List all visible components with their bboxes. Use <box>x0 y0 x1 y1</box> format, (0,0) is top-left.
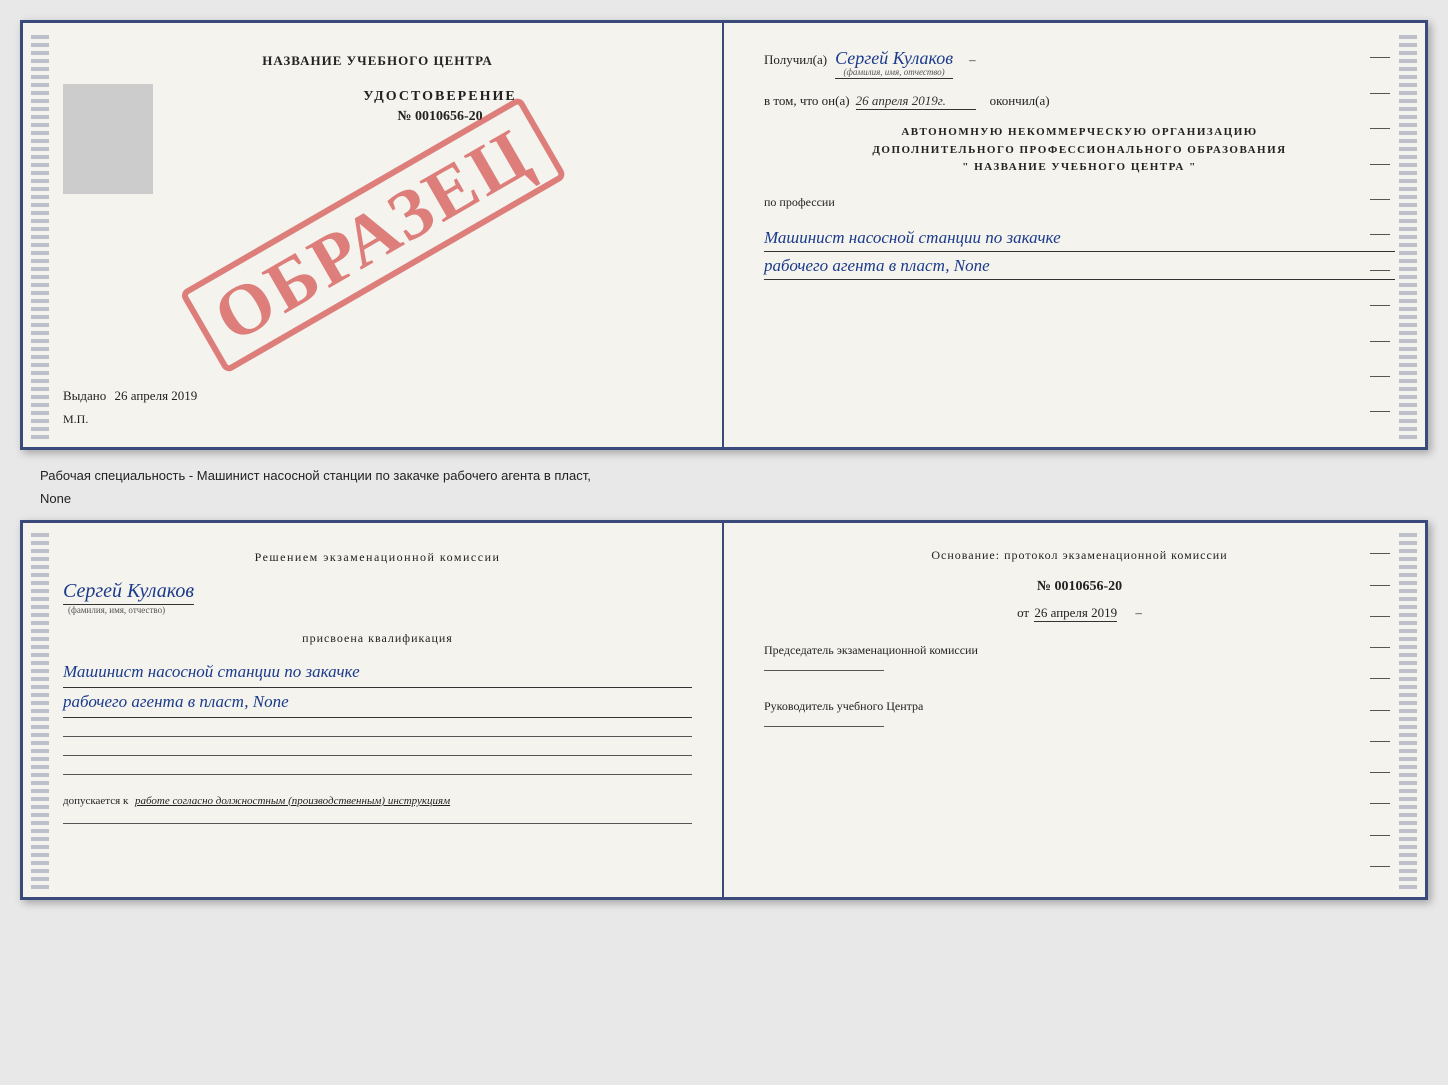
profession-line1: Машинист насосной станции по закачке <box>764 224 1395 252</box>
protocol-number: № 0010656-20 <box>764 579 1395 595</box>
rukovoditel-signature <box>764 726 884 727</box>
poluchil-dash: – <box>969 52 976 68</box>
cert-photo <box>63 84 153 194</box>
right-dashes <box>1370 23 1390 447</box>
dopusk-prefix: допускается к <box>63 795 128 807</box>
rukovoditel-label: Руководитель учебного Центра <box>764 697 1395 716</box>
specialty-subtitle-block: Рабочая специальность - Машинист насосно… <box>20 462 1428 508</box>
prisvoena-text: присвоена квалификация <box>63 631 692 646</box>
cert-top-left: НАЗВАНИЕ УЧЕБНОГО ЦЕНТРА УДОСТОВЕРЕНИЕ №… <box>23 23 724 447</box>
date-label: Выдано <box>63 388 106 403</box>
protocol-date-value: 26 апреля 2019 <box>1034 605 1117 622</box>
org-line2: ДОПОЛНИТЕЛЬНОГО ПРОФЕССИОНАЛЬНОГО ОБРАЗО… <box>764 142 1395 160</box>
qual-line1: Машинист насосной станции по закачке <box>63 658 692 688</box>
udost-label: УДОСТОВЕРЕНИЕ <box>363 89 516 105</box>
qual-line2: рабочего агента в пласт, None <box>63 688 692 718</box>
date-prefix: от <box>1017 605 1029 620</box>
poluchil-label: Получил(а) <box>764 52 827 68</box>
poluchil-name: Сергей Кулаков (фамилия, имя, отчество) <box>835 48 953 79</box>
qualification-block: Машинист насосной станции по закачке раб… <box>63 658 692 718</box>
org-line1: АВТОНОМНУЮ НЕКОММЕРЧЕСКУЮ ОРГАНИЗАЦИЮ <box>764 124 1395 142</box>
specialty-subtitle2: None <box>30 485 1428 508</box>
udost-number: № 0010656-20 <box>397 109 482 125</box>
predsedatel-signature <box>764 670 884 671</box>
vtom-date: 26 апреля 2019г. <box>856 93 976 110</box>
vtom-label: в том, что он(а) <box>764 93 850 109</box>
predsedatel-block: Председатель экзаменационной комиссии <box>764 641 1395 671</box>
cert-bottom-right: Основание: протокол экзаменационной коми… <box>724 523 1425 897</box>
mp-label: М.П. <box>63 412 692 427</box>
vtom-row: в том, что он(а) 26 апреля 2019г. окончи… <box>764 93 1395 110</box>
osnovaniye-text: Основание: протокол экзаменационной коми… <box>764 548 1395 563</box>
dopuskaetsya-block: допускается к работе согласно должностны… <box>63 795 692 807</box>
resheniem-text: Решением экзаменационной комиссии <box>63 548 692 566</box>
dopusk-text: работе согласно должностным (производств… <box>135 795 450 807</box>
poluchil-row: Получил(а) Сергей Кулаков (фамилия, имя,… <box>764 48 1395 79</box>
profession-block: Машинист насосной станции по закачке раб… <box>764 224 1395 280</box>
fio-block: Сергей Кулаков (фамилия, имя, отчество) <box>63 580 692 615</box>
cert-top-title: НАЗВАНИЕ УЧЕБНОГО ЦЕНТРА <box>63 53 692 69</box>
poluchil-sub: (фамилия, имя, отчество) <box>835 67 953 77</box>
bottom-right-dashes <box>1370 523 1390 897</box>
fio-sub: (фамилия, имя, отчество) <box>68 605 692 615</box>
profession-line2: рабочего агента в пласт, None <box>764 252 1395 280</box>
protocol-date: от 26 апреля 2019 – <box>764 605 1395 621</box>
rukovoditel-block: Руководитель учебного Центра <box>764 697 1395 727</box>
cert-top-right: Получил(а) Сергей Кулаков (фамилия, имя,… <box>724 23 1425 447</box>
udostoverenie-block: УДОСТОВЕРЕНИЕ № 0010656-20 <box>188 89 692 125</box>
certificate-top-spread: НАЗВАНИЕ УЧЕБНОГО ЦЕНТРА УДОСТОВЕРЕНИЕ №… <box>20 20 1428 450</box>
fio-name: Сергей Кулаков <box>63 580 194 605</box>
po-professii-label: по профессии <box>764 195 1395 210</box>
org-block: АВТОНОМНУЮ НЕКОММЕРЧЕСКУЮ ОРГАНИЗАЦИЮ ДО… <box>764 124 1395 177</box>
certificate-bottom-spread: Решением экзаменационной комиссии Сергей… <box>20 520 1428 900</box>
predsedatel-label: Председатель экзаменационной комиссии <box>764 641 1395 660</box>
specialty-subtitle: Рабочая специальность - Машинист насосно… <box>30 462 1428 485</box>
org-line3: " НАЗВАНИЕ УЧЕБНОГО ЦЕНТРА " <box>764 159 1395 177</box>
date-value: 26 апреля 2019 <box>115 388 198 403</box>
cert-bottom-left: Решением экзаменационной комиссии Сергей… <box>23 523 724 897</box>
cert-date-row: Выдано 26 апреля 2019 <box>63 378 692 404</box>
okonchil-label: окончил(а) <box>990 93 1050 109</box>
